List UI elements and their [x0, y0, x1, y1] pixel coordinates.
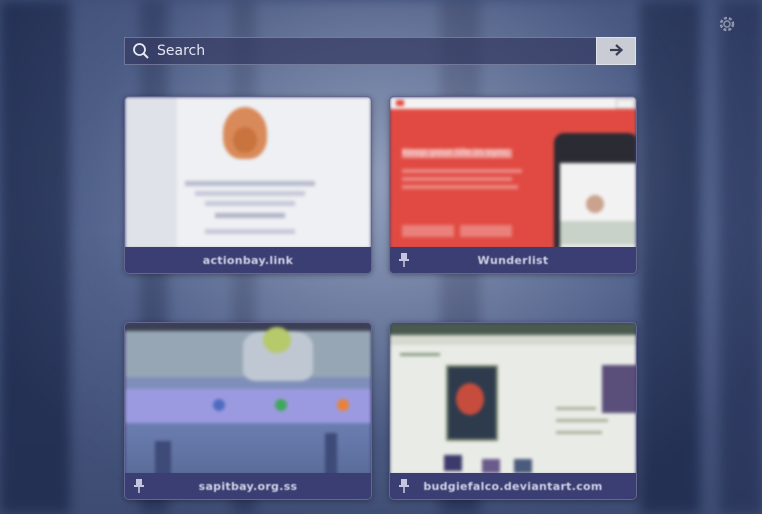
pin-icon[interactable]: [397, 252, 411, 268]
tile-title-bar: budgiefalco.deviantart.com: [390, 473, 636, 499]
tile-thumbnail: [390, 323, 636, 475]
pin-icon[interactable]: [132, 478, 146, 494]
settings-icon[interactable]: [716, 13, 738, 35]
tile-thumbnail: [125, 97, 371, 249]
search-input[interactable]: [155, 38, 596, 64]
tile-page-heading: Keep your life in sync: [402, 147, 512, 158]
tile-thumbnail: Keep your life in sync: [390, 97, 636, 249]
speed-dial-tile-3[interactable]: sapitbay.org.ss: [124, 322, 372, 500]
pin-icon[interactable]: [397, 478, 411, 494]
tile-thumbnail: [125, 323, 371, 475]
tile-title-bar: actionbay.link: [125, 247, 371, 273]
speed-dial-tile-1[interactable]: actionbay.link: [124, 96, 372, 274]
speed-dial-tile-4[interactable]: budgiefalco.deviantart.com: [389, 322, 637, 500]
tile-title-bar: Wunderlist: [390, 247, 636, 273]
speed-dial-tile-2[interactable]: Keep your life in sync Wunderlist: [389, 96, 637, 274]
search-go-button[interactable]: [596, 37, 636, 65]
blurred-forest-background: [0, 0, 762, 514]
tile-label: Wunderlist: [477, 253, 549, 267]
tile-label: sapitbay.org.ss: [198, 479, 298, 493]
search-bar: [124, 37, 636, 65]
tile-label: actionbay.link: [202, 253, 294, 267]
search-icon: [127, 38, 155, 64]
arrow-right-icon: [608, 42, 624, 61]
tile-title-bar: sapitbay.org.ss: [125, 473, 371, 499]
tile-label: budgiefalco.deviantart.com: [423, 479, 603, 493]
